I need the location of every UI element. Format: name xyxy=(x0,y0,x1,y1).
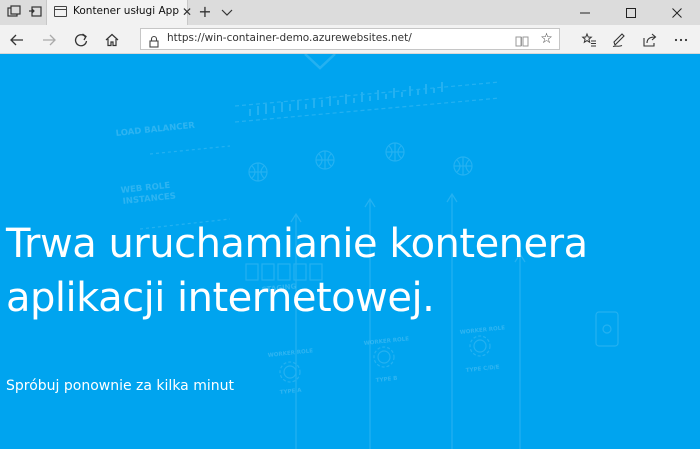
page-subtext: Spróbuj ponownie za kilka minut xyxy=(6,378,234,394)
bg-label-worker-role-a: WORKER ROLE xyxy=(268,348,314,359)
lock-icon xyxy=(148,33,160,48)
minimize-icon[interactable] xyxy=(562,0,608,25)
bg-label-type-b: TYPE B xyxy=(376,376,398,384)
browser-window: Kontener usługi App Se ✕ + xyxy=(0,0,700,449)
page-headline: Trwa uruchamianie kontenera aplikacji in… xyxy=(6,221,588,321)
reading-view-icon[interactable] xyxy=(515,33,529,47)
back-icon[interactable] xyxy=(8,31,26,49)
tab-preview-icon[interactable] xyxy=(6,4,22,20)
refresh-icon[interactable] xyxy=(72,31,90,49)
home-icon[interactable] xyxy=(103,31,121,49)
set-aside-tabs-icon[interactable] xyxy=(27,4,43,20)
share-icon[interactable] xyxy=(641,31,659,49)
tab-close-button[interactable]: ✕ xyxy=(180,4,194,20)
page-content: LOAD BALANCER WEB ROLE INSTANCES STAGING… xyxy=(0,54,700,449)
tab-list-chevron-icon[interactable] xyxy=(220,4,234,20)
new-tab-button[interactable]: + xyxy=(198,3,212,21)
page-icon xyxy=(54,6,67,17)
navigation-bar: https://win-container-demo.azurewebsites… xyxy=(0,25,700,54)
notes-pen-icon[interactable] xyxy=(610,31,628,49)
tab-title: Kontener usługi App Se xyxy=(73,5,183,17)
url-text[interactable]: https://win-container-demo.azurewebsites… xyxy=(167,32,412,44)
forward-icon[interactable] xyxy=(40,31,58,49)
bg-label-type-c: TYPE C/D/E xyxy=(466,364,500,374)
address-bar[interactable]: https://win-container-demo.azurewebsites… xyxy=(140,28,560,50)
close-window-icon[interactable] xyxy=(654,0,700,25)
bg-label-worker-role-c: WORKER ROLE xyxy=(460,325,506,336)
bg-label-type-a: TYPE A xyxy=(280,388,303,396)
favorite-star-icon[interactable]: ☆ xyxy=(539,31,554,47)
tab-bar: Kontener usługi App Se ✕ + xyxy=(0,0,700,25)
favorites-hub-icon[interactable] xyxy=(580,31,598,49)
bg-label-load-balancer: LOAD BALANCER xyxy=(115,121,196,139)
tab-active[interactable]: Kontener usługi App Se xyxy=(46,0,188,25)
more-dots-icon[interactable] xyxy=(672,31,690,49)
maximize-icon[interactable] xyxy=(608,0,654,25)
